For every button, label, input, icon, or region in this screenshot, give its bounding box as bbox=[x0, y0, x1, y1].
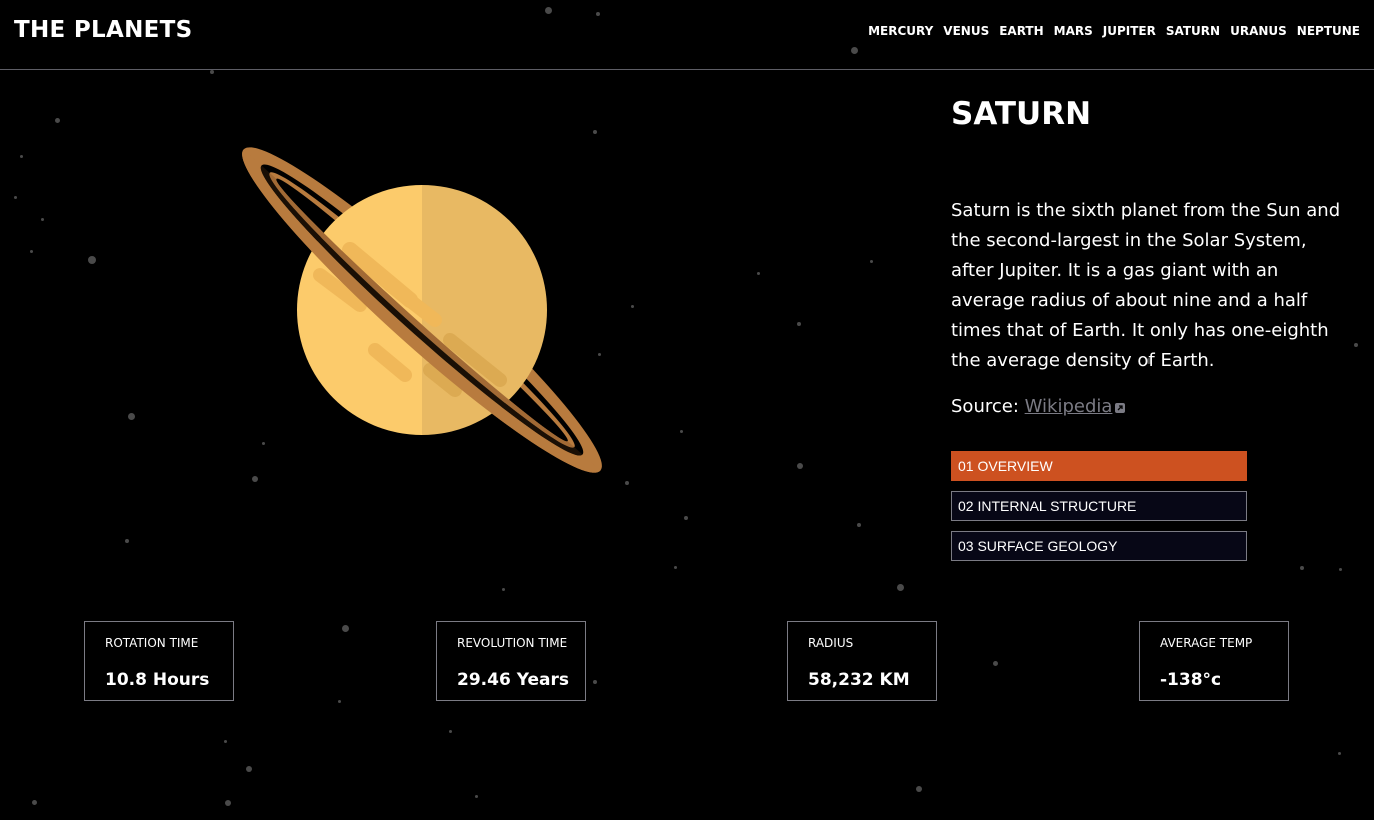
stat-label: REVOLUTION TIME bbox=[457, 636, 568, 650]
tab-internal-structure[interactable]: 02 INTERNAL STRUCTURE bbox=[951, 491, 1247, 521]
tab-surface-geology[interactable]: 03 SURFACE GEOLOGY bbox=[951, 531, 1247, 561]
planet-info: SATURN Saturn is the sixth planet from t… bbox=[951, 96, 1351, 417]
stat-card-radius: RADIUS 58,232 KM bbox=[787, 621, 937, 701]
source-line: Source: Wikipedia bbox=[951, 396, 1351, 417]
wikipedia-link[interactable]: Wikipedia bbox=[1025, 396, 1126, 417]
stat-value: -138°c bbox=[1160, 670, 1222, 690]
nav-link-mercury[interactable]: MERCURY bbox=[868, 24, 933, 38]
nav-link-venus[interactable]: VENUS bbox=[943, 24, 989, 38]
external-link-icon bbox=[1115, 403, 1126, 413]
planet-description: Saturn is the sixth planet from the Sun … bbox=[951, 200, 1341, 371]
stat-value: 29.46 Years bbox=[457, 670, 569, 690]
top-header: THE PLANETS MERCURY VENUS EARTH MARS JUP… bbox=[0, 0, 1374, 70]
nav-link-uranus[interactable]: URANUS bbox=[1230, 24, 1287, 38]
stat-label: AVERAGE TEMP bbox=[1160, 636, 1253, 650]
saturn-illustration bbox=[240, 140, 610, 510]
nav-link-saturn[interactable]: SATURN bbox=[1166, 24, 1220, 38]
tab-overview[interactable]: 01 OVERVIEW bbox=[951, 451, 1247, 481]
nav-link-mars[interactable]: MARS bbox=[1054, 24, 1093, 38]
stat-card-average-temp: AVERAGE TEMP -138°c bbox=[1139, 621, 1289, 701]
nav-link-earth[interactable]: EARTH bbox=[999, 24, 1043, 38]
planet-nav: MERCURY VENUS EARTH MARS JUPITER SATURN … bbox=[868, 24, 1360, 38]
nav-link-jupiter[interactable]: JUPITER bbox=[1103, 24, 1156, 38]
stat-card-revolution-time: REVOLUTION TIME 29.46 Years bbox=[436, 621, 586, 701]
stat-value: 58,232 KM bbox=[808, 670, 910, 690]
site-logo[interactable]: THE PLANETS bbox=[14, 17, 192, 43]
stat-card-rotation-time: ROTATION TIME 10.8 Hours bbox=[84, 621, 234, 701]
stat-label: RADIUS bbox=[808, 636, 854, 650]
view-tabs: 01 OVERVIEW 02 INTERNAL STRUCTURE 03 SUR… bbox=[951, 451, 1247, 571]
source-label: Source: bbox=[951, 396, 1019, 417]
saturn-planet-image bbox=[242, 147, 602, 473]
stat-label: ROTATION TIME bbox=[105, 636, 199, 650]
page: THE PLANETS MERCURY VENUS EARTH MARS JUP… bbox=[0, 0, 1374, 820]
stat-value: 10.8 Hours bbox=[105, 670, 210, 690]
planet-title: SATURN bbox=[951, 96, 1092, 132]
wikipedia-link-text: Wikipedia bbox=[1024, 396, 1113, 417]
nav-link-neptune[interactable]: NEPTUNE bbox=[1297, 24, 1360, 38]
